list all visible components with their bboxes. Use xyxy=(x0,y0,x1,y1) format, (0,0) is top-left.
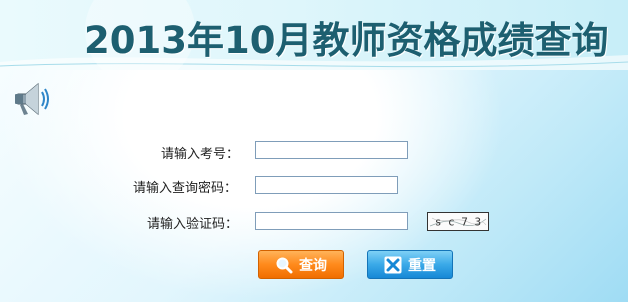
speaker-icon xyxy=(15,82,49,116)
query-button-label: 查询 xyxy=(299,257,327,274)
reset-button-label: 重置 xyxy=(408,257,436,274)
query-password-input[interactable] xyxy=(255,176,398,194)
captcha-graphic: s c 7 3 xyxy=(429,216,487,229)
close-x-icon xyxy=(384,256,402,273)
reset-button[interactable]: 重置 xyxy=(367,250,453,279)
magnifier-icon xyxy=(276,257,293,273)
captcha-label: 请输入验证码： xyxy=(147,217,239,232)
exam-number-input[interactable] xyxy=(255,141,408,159)
captcha-input[interactable] xyxy=(255,212,408,230)
query-password-label: 请输入查询密码： xyxy=(133,181,238,196)
exam-number-label: 请输入考号： xyxy=(161,147,240,162)
query-button[interactable]: 查询 xyxy=(258,250,344,279)
captcha-text: s c 7 3 xyxy=(435,216,481,229)
page-title: 2013年10月教师资格成绩查询 xyxy=(84,19,609,62)
header-banner: 2013年10月教师资格成绩查询 xyxy=(0,0,628,70)
captcha-image[interactable]: s c 7 3 xyxy=(427,212,489,231)
